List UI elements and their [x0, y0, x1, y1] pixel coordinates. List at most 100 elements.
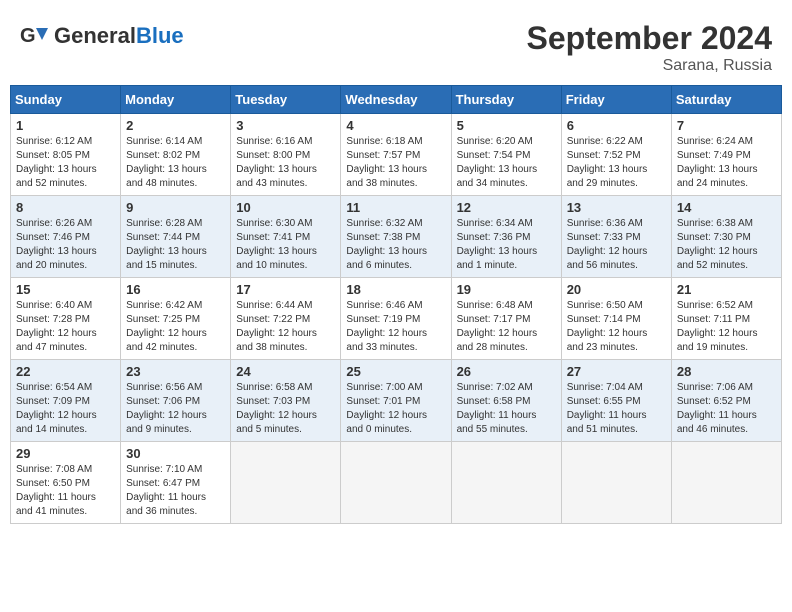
day-number: 14 [677, 200, 776, 215]
day-number: 2 [126, 118, 225, 133]
day-number: 11 [346, 200, 445, 215]
day-detail: Sunrise: 6:20 AM Sunset: 7:54 PM Dayligh… [457, 135, 556, 191]
calendar-title: September 2024 [527, 20, 772, 57]
calendar-day-8: 8 Sunrise: 6:26 AM Sunset: 7:46 PM Daylig… [11, 196, 121, 278]
calendar-week-row: 22 Sunrise: 6:54 AM Sunset: 7:09 PM Dayli… [11, 360, 782, 442]
day-detail: Sunrise: 6:46 AM Sunset: 7:19 PM Dayligh… [346, 299, 445, 355]
day-detail: Sunrise: 6:16 AM Sunset: 8:00 PM Dayligh… [236, 135, 335, 191]
day-detail: Sunrise: 6:38 AM Sunset: 7:30 PM Dayligh… [677, 217, 776, 273]
page-header: G GeneralBlue September 2024 Sarana, Rus… [10, 10, 782, 80]
day-number: 24 [236, 364, 335, 379]
calendar-day-26: 26 Sunrise: 7:02 AM Sunset: 6:58 PM Dayli… [451, 360, 561, 442]
day-number: 29 [16, 446, 115, 461]
calendar-day-9: 9 Sunrise: 6:28 AM Sunset: 7:44 PM Daylig… [121, 196, 231, 278]
day-number: 17 [236, 282, 335, 297]
calendar-day-19: 19Sunrise: 6:48 AM Sunset: 7:17 PM Dayli… [451, 278, 561, 360]
calendar-week-row: 8 Sunrise: 6:26 AM Sunset: 7:46 PM Daylig… [11, 196, 782, 278]
calendar-day-29: 29 Sunrise: 7:08 AM Sunset: 6:50 PM Dayli… [11, 442, 121, 524]
day-number: 30 [126, 446, 225, 461]
day-detail: Sunrise: 7:08 AM Sunset: 6:50 PM Dayligh… [16, 463, 115, 519]
header-monday: Monday [121, 86, 231, 114]
day-detail: Sunrise: 7:04 AM Sunset: 6:55 PM Dayligh… [567, 381, 666, 437]
calendar-day-30: 30 Sunrise: 7:10 AM Sunset: 6:47 PM Dayli… [121, 442, 231, 524]
day-detail: Sunrise: 6:34 AM Sunset: 7:36 PM Dayligh… [457, 217, 556, 273]
day-number: 9 [126, 200, 225, 215]
header-saturday: Saturday [671, 86, 781, 114]
day-number: 3 [236, 118, 335, 133]
calendar-location: Sarana, Russia [527, 57, 772, 75]
calendar-table: SundayMondayTuesdayWednesdayThursdayFrid… [10, 85, 782, 524]
day-number: 28 [677, 364, 776, 379]
day-detail: Sunrise: 6:52 AM Sunset: 7:11 PM Dayligh… [677, 299, 776, 355]
day-number: 21 [677, 282, 776, 297]
day-number: 13 [567, 200, 666, 215]
header-sunday: Sunday [11, 86, 121, 114]
day-number: 5 [457, 118, 556, 133]
calendar-header-row: SundayMondayTuesdayWednesdayThursdayFrid… [11, 86, 782, 114]
day-number: 18 [346, 282, 445, 297]
day-number: 27 [567, 364, 666, 379]
day-detail: Sunrise: 6:44 AM Sunset: 7:22 PM Dayligh… [236, 299, 335, 355]
day-number: 25 [346, 364, 445, 379]
day-number: 23 [126, 364, 225, 379]
day-detail: Sunrise: 7:06 AM Sunset: 6:52 PM Dayligh… [677, 381, 776, 437]
calendar-day-15: 15 Sunrise: 6:40 AM Sunset: 7:28 PM Dayli… [11, 278, 121, 360]
logo-general-text: General [54, 23, 136, 49]
day-number: 1 [16, 118, 115, 133]
calendar-day-14: 14 Sunrise: 6:38 AM Sunset: 7:30 PM Dayli… [671, 196, 781, 278]
day-number: 19 [457, 282, 556, 297]
calendar-day-12: 12Sunrise: 6:34 AM Sunset: 7:36 PM Dayli… [451, 196, 561, 278]
calendar-day-18: 18 Sunrise: 6:46 AM Sunset: 7:19 PM Dayli… [341, 278, 451, 360]
title-block: September 2024 Sarana, Russia [527, 20, 772, 75]
calendar-day-20: 20 Sunrise: 6:50 AM Sunset: 7:14 PM Dayli… [561, 278, 671, 360]
calendar-day-24: 24 Sunrise: 6:58 AM Sunset: 7:03 PM Dayli… [231, 360, 341, 442]
day-detail: Sunrise: 6:36 AM Sunset: 7:33 PM Dayligh… [567, 217, 666, 273]
calendar-day-7: 7Sunrise: 6:24 AM Sunset: 7:49 PM Daylig… [671, 114, 781, 196]
day-number: 26 [457, 364, 556, 379]
calendar-day-22: 22 Sunrise: 6:54 AM Sunset: 7:09 PM Dayli… [11, 360, 121, 442]
calendar-day-27: 27 Sunrise: 7:04 AM Sunset: 6:55 PM Dayli… [561, 360, 671, 442]
calendar-week-row: 15 Sunrise: 6:40 AM Sunset: 7:28 PM Dayli… [11, 278, 782, 360]
calendar-day-empty [671, 442, 781, 524]
calendar-day-13: 13 Sunrise: 6:36 AM Sunset: 7:33 PM Dayli… [561, 196, 671, 278]
svg-text:G: G [20, 25, 36, 47]
day-detail: Sunrise: 6:58 AM Sunset: 7:03 PM Dayligh… [236, 381, 335, 437]
calendar-day-23: 23Sunrise: 6:56 AM Sunset: 7:06 PM Dayli… [121, 360, 231, 442]
day-number: 7 [677, 118, 776, 133]
day-detail: Sunrise: 6:12 AM Sunset: 8:05 PM Dayligh… [16, 135, 115, 191]
day-detail: Sunrise: 6:14 AM Sunset: 8:02 PM Dayligh… [126, 135, 225, 191]
day-detail: Sunrise: 7:10 AM Sunset: 6:47 PM Dayligh… [126, 463, 225, 519]
calendar-day-empty [341, 442, 451, 524]
day-number: 10 [236, 200, 335, 215]
header-wednesday: Wednesday [341, 86, 451, 114]
day-number: 20 [567, 282, 666, 297]
calendar-day-16: 16Sunrise: 6:42 AM Sunset: 7:25 PM Dayli… [121, 278, 231, 360]
day-detail: Sunrise: 6:32 AM Sunset: 7:38 PM Dayligh… [346, 217, 445, 273]
day-detail: Sunrise: 6:18 AM Sunset: 7:57 PM Dayligh… [346, 135, 445, 191]
calendar-day-1: 1 Sunrise: 6:12 AM Sunset: 8:05 PM Daylig… [11, 114, 121, 196]
day-number: 16 [126, 282, 225, 297]
day-detail: Sunrise: 6:54 AM Sunset: 7:09 PM Dayligh… [16, 381, 115, 437]
calendar-day-28: 28 Sunrise: 7:06 AM Sunset: 6:52 PM Dayli… [671, 360, 781, 442]
calendar-week-row: 29 Sunrise: 7:08 AM Sunset: 6:50 PM Dayli… [11, 442, 782, 524]
header-thursday: Thursday [451, 86, 561, 114]
calendar-day-10: 10 Sunrise: 6:30 AM Sunset: 7:41 PM Dayli… [231, 196, 341, 278]
header-friday: Friday [561, 86, 671, 114]
day-detail: Sunrise: 7:02 AM Sunset: 6:58 PM Dayligh… [457, 381, 556, 437]
day-number: 22 [16, 364, 115, 379]
day-detail: Sunrise: 7:00 AM Sunset: 7:01 PM Dayligh… [346, 381, 445, 437]
logo-icon: G [20, 20, 52, 52]
logo: G GeneralBlue [20, 20, 184, 52]
calendar-day-11: 11 Sunrise: 6:32 AM Sunset: 7:38 PM Dayli… [341, 196, 451, 278]
day-detail: Sunrise: 6:28 AM Sunset: 7:44 PM Dayligh… [126, 217, 225, 273]
calendar-day-5: 5 Sunrise: 6:20 AM Sunset: 7:54 PM Daylig… [451, 114, 561, 196]
day-detail: Sunrise: 6:50 AM Sunset: 7:14 PM Dayligh… [567, 299, 666, 355]
day-number: 15 [16, 282, 115, 297]
day-number: 8 [16, 200, 115, 215]
calendar-day-empty [231, 442, 341, 524]
day-detail: Sunrise: 6:40 AM Sunset: 7:28 PM Dayligh… [16, 299, 115, 355]
day-detail: Sunrise: 6:30 AM Sunset: 7:41 PM Dayligh… [236, 217, 335, 273]
calendar-day-25: 25 Sunrise: 7:00 AM Sunset: 7:01 PM Dayli… [341, 360, 451, 442]
day-detail: Sunrise: 6:26 AM Sunset: 7:46 PM Dayligh… [16, 217, 115, 273]
day-detail: Sunrise: 6:22 AM Sunset: 7:52 PM Dayligh… [567, 135, 666, 191]
